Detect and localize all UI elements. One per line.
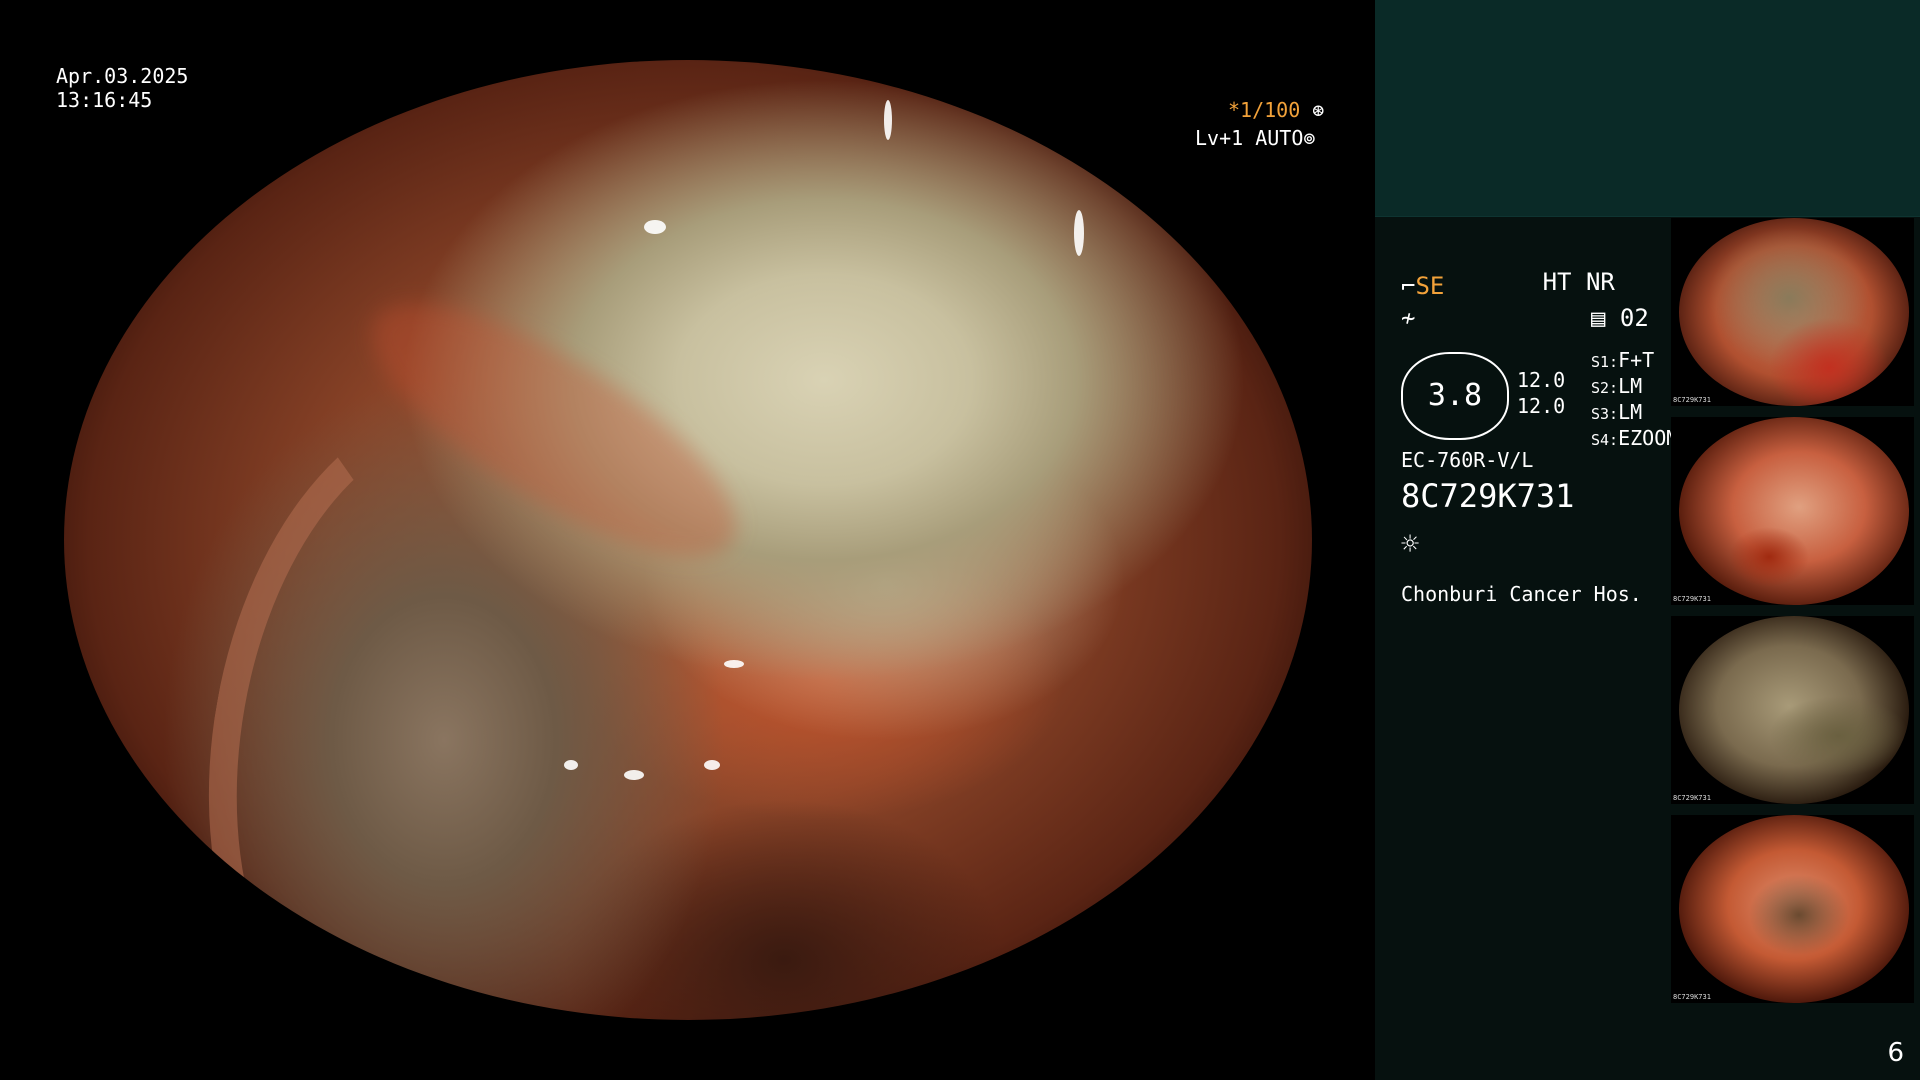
thumbnail-strip: 8C729K731 8C729K731 8C729K731 8C729K731 xyxy=(1671,218,1920,1014)
iris-icon: ⊚ xyxy=(1303,126,1316,150)
thumbnail[interactable]: 8C729K731 xyxy=(1671,218,1914,406)
shutter-label: *1/100 xyxy=(1228,98,1301,122)
endoscopic-image xyxy=(64,60,1312,1020)
aperture-icon: ⊛ xyxy=(1300,98,1325,122)
level-label: Lv+1 AUTO xyxy=(1195,126,1304,150)
scope-serial: 8C729K731 xyxy=(1401,477,1575,515)
thumbnail-serial: 8C729K731 xyxy=(1673,396,1711,404)
endoscopic-view: Apr.03.2025 13:16:45 *1/100 ⊛ Lv+1 AUTO⊚ xyxy=(0,0,1375,1080)
switch-item: S1:F+T xyxy=(1591,348,1655,372)
memory-icon: ▤ xyxy=(1591,304,1620,332)
thumbnail-serial: 8C729K731 xyxy=(1673,595,1711,603)
switch-item: S4:EZOOM xyxy=(1591,426,1679,450)
thumbnail-serial: 8C729K731 xyxy=(1673,993,1711,1001)
specular-highlight xyxy=(724,660,744,668)
specular-highlight xyxy=(1074,210,1084,256)
thumbnail-serial: 8C729K731 xyxy=(1673,794,1711,802)
page-number: 6 xyxy=(1887,1038,1904,1068)
specular-highlight xyxy=(704,760,720,770)
memory-indicator: ▤ 02 xyxy=(1591,304,1649,332)
thumbnail[interactable]: 8C729K731 xyxy=(1671,616,1914,804)
gauge-value: 3.8 xyxy=(1427,378,1483,413)
switch-item: S2:LM xyxy=(1591,374,1643,398)
processing-mode-label: HT NR xyxy=(1542,268,1615,296)
zoom-gauge: 3.8 xyxy=(1401,352,1509,440)
thumbnail[interactable]: 8C729K731 xyxy=(1671,417,1914,605)
enhance-mode-label: SE xyxy=(1415,272,1445,300)
specular-highlight xyxy=(564,760,578,770)
enhance-icon: ⌐ xyxy=(1401,272,1416,300)
thumbnail-image xyxy=(1679,417,1909,605)
hospital-name: Chonburi Cancer Hos. xyxy=(1401,582,1642,606)
scope-model: EC-760R-V/L xyxy=(1401,448,1534,472)
sidebar-header-area xyxy=(1375,0,1920,217)
light-source-icon: ☼ xyxy=(1401,527,1420,562)
datetime: Apr.03.2025 13:16:45 xyxy=(56,64,188,112)
level-readout: Lv+1 AUTO⊚ xyxy=(1195,126,1315,150)
thumbnail[interactable]: 8C729K731 xyxy=(1671,815,1914,1003)
specular-highlight xyxy=(624,770,644,780)
switch-list: S1:F+T S2:LM S3:LM S4:EZOOM xyxy=(1591,348,1678,452)
switch-item: S3:LM xyxy=(1591,400,1643,424)
shutter-readout: *1/100 ⊛ xyxy=(1228,98,1324,122)
thumbnail-image xyxy=(1679,616,1909,804)
gauge-upper: 12.0 xyxy=(1517,368,1566,392)
memory-label: 02 xyxy=(1619,304,1649,332)
time-label: 13:16:45 xyxy=(56,88,153,112)
specular-highlight xyxy=(884,100,892,140)
thumbnail-image xyxy=(1679,815,1909,1003)
specular-highlight xyxy=(644,220,666,234)
enhance-mode: ⌐SE xyxy=(1401,272,1444,300)
gauge-lower: 12.0 xyxy=(1517,394,1566,418)
freeze-icon: ≁ xyxy=(1401,304,1416,332)
date-label: Apr.03.2025 xyxy=(56,64,189,88)
thumbnail-image xyxy=(1679,218,1909,406)
